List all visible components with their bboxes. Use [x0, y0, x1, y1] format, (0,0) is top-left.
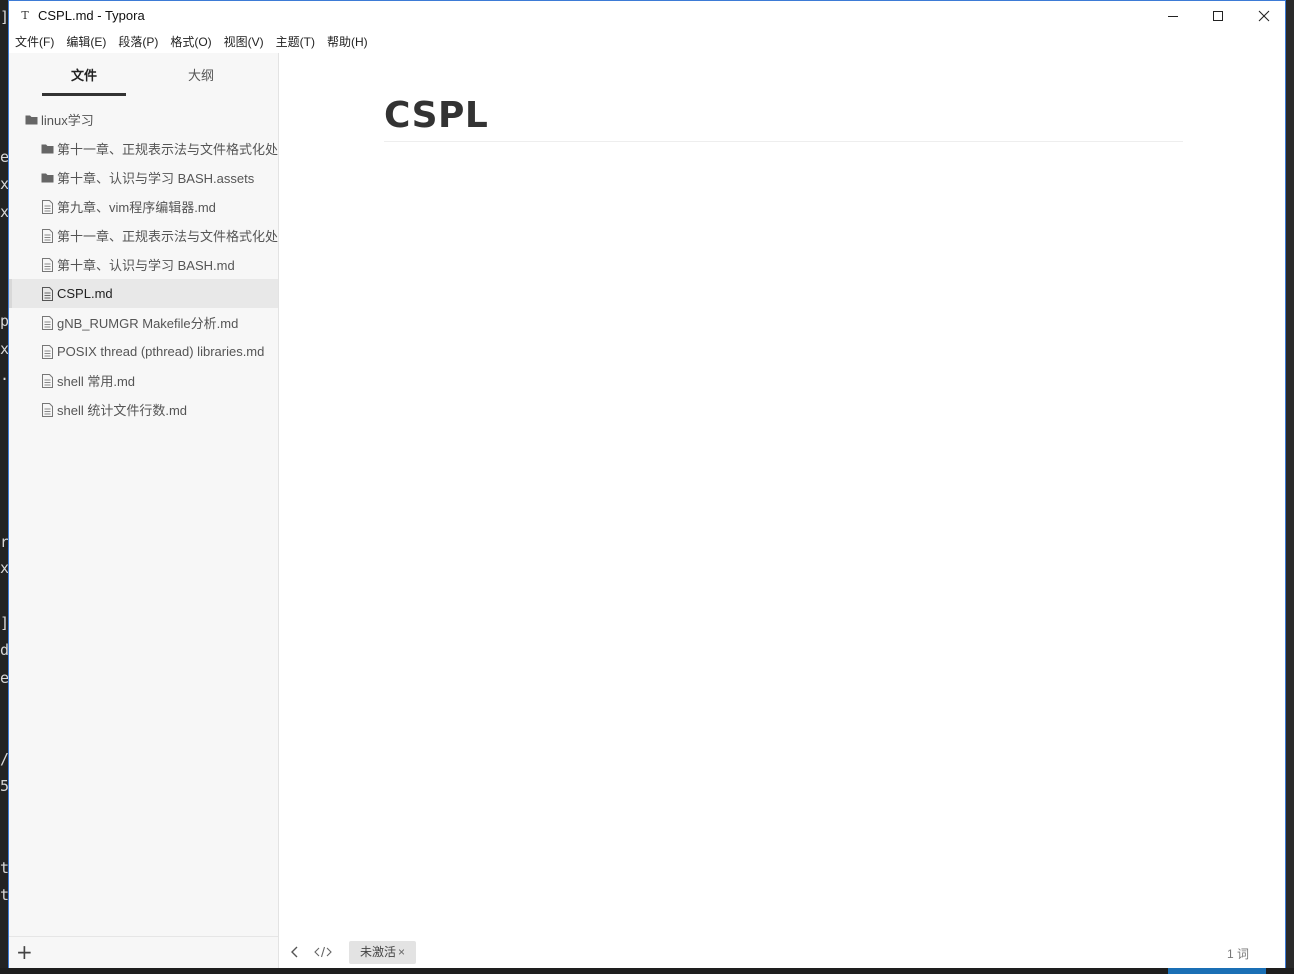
chevron-left-icon	[291, 946, 298, 958]
close-button[interactable]	[1241, 1, 1287, 31]
sidebar-footer: +	[9, 936, 278, 968]
code-icon	[314, 946, 332, 958]
menu-edit[interactable]: 编辑(E)	[60, 31, 112, 53]
menu-format[interactable]: 格式(O)	[164, 31, 217, 53]
tree-label: 第十一章、正规表示法与文件格式化处理.md	[57, 229, 278, 244]
tree-label: shell 统计文件行数.md	[57, 403, 188, 418]
menu-view[interactable]: 视图(V)	[218, 31, 270, 53]
activation-badge-label: 未激活	[360, 945, 397, 959]
tree-file[interactable]: 第十章、认识与学习 BASH.md	[9, 250, 278, 279]
file-icon	[40, 286, 54, 301]
taskbar-strip	[0, 968, 1294, 974]
tree-file[interactable]: POSIX thread (pthread) libraries.md	[9, 337, 278, 366]
background-terminal-text: x	[0, 175, 8, 193]
tree-label: CSPL.md	[57, 286, 113, 301]
minimize-icon	[1168, 16, 1178, 17]
background-terminal-text: ·	[0, 372, 8, 387]
file-icon	[40, 199, 54, 214]
tree-label: 第十章、认识与学习 BASH.assets	[57, 171, 255, 186]
file-icon	[40, 315, 54, 330]
background-terminal-text: t	[0, 859, 8, 877]
tree-file[interactable]: shell 常用.md	[9, 366, 278, 395]
close-icon	[1258, 10, 1270, 22]
sidebar: 文件 大纲 linux学习 第十一章、正规表示法与文件格式化处理.assets …	[9, 53, 279, 968]
tab-outline[interactable]: 大纲	[159, 65, 243, 84]
tree-folder[interactable]: linux学习	[9, 105, 278, 134]
menu-paragraph[interactable]: 段落(P)	[112, 31, 164, 53]
tree-file[interactable]: 第十一章、正规表示法与文件格式化处理.md	[9, 221, 278, 250]
folder-icon	[24, 113, 38, 127]
background-terminal-text: ]	[0, 616, 8, 631]
background-window-edge	[1286, 0, 1294, 974]
file-icon	[40, 257, 54, 272]
tree-label: 第十一章、正规表示法与文件格式化处理.assets	[57, 142, 278, 157]
tree-folder[interactable]: 第十一章、正规表示法与文件格式化处理.assets	[9, 134, 278, 163]
file-icon	[40, 344, 54, 359]
tree-folder[interactable]: 第十章、认识与学习 BASH.assets	[9, 163, 278, 192]
window-title: CSPL.md - Typora	[38, 8, 145, 23]
status-bar: 未激活 × 1 词	[279, 937, 1285, 968]
menu-file[interactable]: 文件(F)	[9, 31, 60, 53]
background-terminal-text: /	[0, 752, 8, 767]
heading-underline	[384, 141, 1183, 142]
editor-area[interactable]: CSPL	[279, 53, 1285, 937]
menu-theme[interactable]: 主题(T)	[270, 31, 321, 53]
minimize-button[interactable]	[1150, 1, 1196, 31]
maximize-icon	[1213, 11, 1223, 21]
folder-icon	[40, 171, 54, 185]
tree-label: 第九章、vim程序编辑器.md	[57, 200, 216, 215]
file-tree: linux学习 第十一章、正规表示法与文件格式化处理.assets 第十章、认识…	[9, 105, 278, 424]
taskbar-active-indicator	[1168, 968, 1266, 974]
background-terminal-text: p	[0, 312, 8, 330]
background-terminal-text: x	[0, 203, 8, 221]
tree-label: shell 常用.md	[57, 374, 136, 389]
background-terminal-text: r	[0, 533, 8, 551]
tree-label: 第十章、认识与学习 BASH.md	[57, 258, 235, 273]
background-terminal-text: 5	[0, 777, 8, 795]
background-terminal-text: x	[0, 340, 8, 358]
add-file-button[interactable]: +	[16, 942, 33, 962]
activation-badge[interactable]: 未激活 ×	[349, 941, 417, 964]
typora-app-icon: T	[21, 9, 29, 22]
tree-label: gNB_RUMGR Makefile分析.md	[57, 316, 239, 331]
tree-file-active[interactable]: CSPL.md	[9, 279, 278, 308]
close-icon[interactable]: ×	[398, 945, 405, 959]
file-icon	[40, 373, 54, 388]
word-count[interactable]: 1 词	[1227, 945, 1249, 962]
background-terminal-text: x	[0, 559, 8, 577]
tree-file[interactable]: 第九章、vim程序编辑器.md	[9, 192, 278, 221]
title-bar[interactable]: T CSPL.md - Typora	[9, 1, 1285, 31]
tree-label: linux学习	[41, 113, 94, 128]
background-terminal-text: t	[0, 886, 8, 904]
source-mode-button[interactable]	[314, 945, 332, 959]
background-terminal: ] e x x p x · r x ] d e / 5 t t	[0, 0, 8, 974]
background-terminal-text: e	[0, 669, 8, 687]
document-heading[interactable]: CSPL	[384, 95, 488, 136]
maximize-button[interactable]	[1195, 1, 1241, 31]
menu-help[interactable]: 帮助(H)	[321, 31, 374, 53]
sidebar-tabs: 文件 大纲	[9, 53, 278, 99]
tree-file[interactable]: gNB_RUMGR Makefile分析.md	[9, 308, 278, 337]
file-icon	[40, 402, 54, 417]
file-icon	[40, 228, 54, 243]
background-terminal-text: ]	[0, 10, 8, 25]
background-terminal-text: d	[0, 641, 8, 659]
tree-file[interactable]: shell 统计文件行数.md	[9, 395, 278, 424]
background-terminal-text: e	[0, 148, 8, 166]
active-tab-indicator	[42, 93, 126, 96]
menu-bar: 文件(F) 编辑(E) 段落(P) 格式(O) 视图(V) 主题(T) 帮助(H…	[9, 31, 1285, 53]
folder-icon	[40, 142, 54, 156]
tab-files[interactable]: 文件	[42, 65, 126, 84]
toggle-sidebar-button[interactable]	[288, 945, 302, 959]
typora-window: T CSPL.md - Typora 文件(F) 编辑(E) 段落(P) 格式(…	[8, 0, 1286, 968]
tree-label: POSIX thread (pthread) libraries.md	[57, 344, 265, 359]
